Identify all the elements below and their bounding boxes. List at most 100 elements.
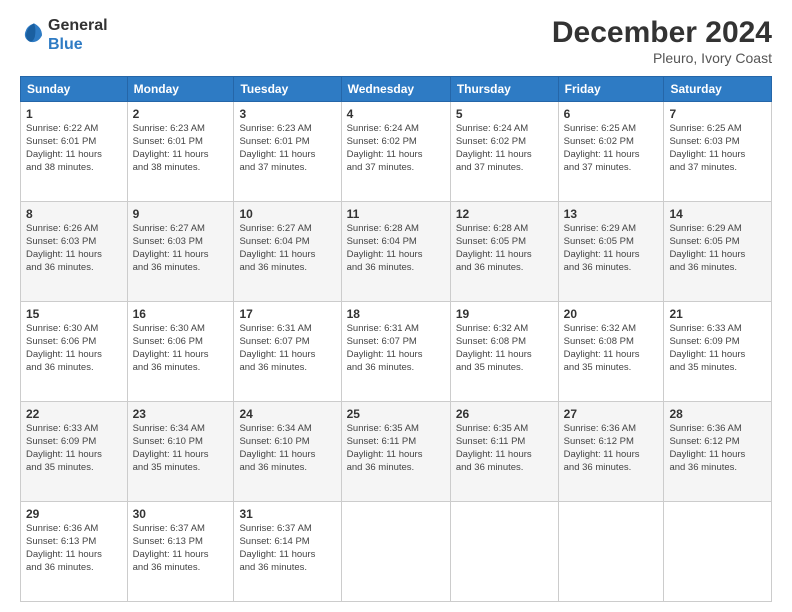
header-tuesday: Tuesday	[234, 77, 341, 102]
empty-cell	[450, 502, 558, 602]
calendar-day-cell: 11Sunrise: 6:28 AM Sunset: 6:04 PM Dayli…	[341, 202, 450, 302]
day-detail: Sunrise: 6:31 AM Sunset: 6:07 PM Dayligh…	[347, 323, 445, 374]
day-detail: Sunrise: 6:23 AM Sunset: 6:01 PM Dayligh…	[239, 123, 335, 174]
day-number: 8	[26, 206, 122, 222]
calendar-day-cell: 22Sunrise: 6:33 AM Sunset: 6:09 PM Dayli…	[21, 402, 128, 502]
calendar-day-cell: 21Sunrise: 6:33 AM Sunset: 6:09 PM Dayli…	[664, 302, 772, 402]
page: General Blue December 2024 Pleuro, Ivory…	[0, 0, 792, 612]
day-number: 6	[564, 106, 659, 122]
logo-text-line1: General	[48, 16, 108, 35]
day-number: 10	[239, 206, 335, 222]
day-detail: Sunrise: 6:28 AM Sunset: 6:04 PM Dayligh…	[347, 223, 445, 274]
day-number: 1	[26, 106, 122, 122]
day-detail: Sunrise: 6:22 AM Sunset: 6:01 PM Dayligh…	[26, 123, 122, 174]
day-number: 5	[456, 106, 553, 122]
day-detail: Sunrise: 6:36 AM Sunset: 6:12 PM Dayligh…	[669, 423, 766, 474]
day-detail: Sunrise: 6:25 AM Sunset: 6:03 PM Dayligh…	[669, 123, 766, 174]
day-number: 13	[564, 206, 659, 222]
calendar-day-cell: 16Sunrise: 6:30 AM Sunset: 6:06 PM Dayli…	[127, 302, 234, 402]
day-detail: Sunrise: 6:25 AM Sunset: 6:02 PM Dayligh…	[564, 123, 659, 174]
calendar-day-cell: 15Sunrise: 6:30 AM Sunset: 6:06 PM Dayli…	[21, 302, 128, 402]
day-number: 4	[347, 106, 445, 122]
day-number: 3	[239, 106, 335, 122]
header-sunday: Sunday	[21, 77, 128, 102]
calendar-day-cell: 8Sunrise: 6:26 AM Sunset: 6:03 PM Daylig…	[21, 202, 128, 302]
day-detail: Sunrise: 6:24 AM Sunset: 6:02 PM Dayligh…	[456, 123, 553, 174]
day-number: 27	[564, 406, 659, 422]
calendar-day-cell: 27Sunrise: 6:36 AM Sunset: 6:12 PM Dayli…	[558, 402, 664, 502]
day-number: 15	[26, 306, 122, 322]
day-detail: Sunrise: 6:26 AM Sunset: 6:03 PM Dayligh…	[26, 223, 122, 274]
calendar-week-row: 1Sunrise: 6:22 AM Sunset: 6:01 PM Daylig…	[21, 102, 772, 202]
day-number: 12	[456, 206, 553, 222]
calendar-day-cell: 29Sunrise: 6:36 AM Sunset: 6:13 PM Dayli…	[21, 502, 128, 602]
logo-text-line2: Blue	[48, 35, 108, 54]
calendar-day-cell: 30Sunrise: 6:37 AM Sunset: 6:13 PM Dayli…	[127, 502, 234, 602]
day-number: 26	[456, 406, 553, 422]
empty-cell	[664, 502, 772, 602]
day-number: 23	[133, 406, 229, 422]
day-detail: Sunrise: 6:29 AM Sunset: 6:05 PM Dayligh…	[669, 223, 766, 274]
calendar-day-cell: 17Sunrise: 6:31 AM Sunset: 6:07 PM Dayli…	[234, 302, 341, 402]
calendar-day-cell: 7Sunrise: 6:25 AM Sunset: 6:03 PM Daylig…	[664, 102, 772, 202]
day-detail: Sunrise: 6:31 AM Sunset: 6:07 PM Dayligh…	[239, 323, 335, 374]
calendar-day-cell: 23Sunrise: 6:34 AM Sunset: 6:10 PM Dayli…	[127, 402, 234, 502]
day-detail: Sunrise: 6:36 AM Sunset: 6:12 PM Dayligh…	[564, 423, 659, 474]
calendar-day-cell: 24Sunrise: 6:34 AM Sunset: 6:10 PM Dayli…	[234, 402, 341, 502]
calendar-header-row: Sunday Monday Tuesday Wednesday Thursday…	[21, 77, 772, 102]
calendar-day-cell: 1Sunrise: 6:22 AM Sunset: 6:01 PM Daylig…	[21, 102, 128, 202]
day-number: 24	[239, 406, 335, 422]
day-number: 20	[564, 306, 659, 322]
day-number: 31	[239, 506, 335, 522]
header-friday: Friday	[558, 77, 664, 102]
title-block: December 2024 Pleuro, Ivory Coast	[552, 16, 772, 66]
day-number: 30	[133, 506, 229, 522]
calendar-day-cell: 4Sunrise: 6:24 AM Sunset: 6:02 PM Daylig…	[341, 102, 450, 202]
calendar-week-row: 15Sunrise: 6:30 AM Sunset: 6:06 PM Dayli…	[21, 302, 772, 402]
calendar-subtitle: Pleuro, Ivory Coast	[552, 50, 772, 66]
calendar-day-cell: 28Sunrise: 6:36 AM Sunset: 6:12 PM Dayli…	[664, 402, 772, 502]
logo: General Blue	[20, 16, 108, 54]
day-detail: Sunrise: 6:27 AM Sunset: 6:03 PM Dayligh…	[133, 223, 229, 274]
calendar-week-row: 8Sunrise: 6:26 AM Sunset: 6:03 PM Daylig…	[21, 202, 772, 302]
calendar-title: December 2024	[552, 16, 772, 50]
calendar-day-cell: 20Sunrise: 6:32 AM Sunset: 6:08 PM Dayli…	[558, 302, 664, 402]
day-number: 25	[347, 406, 445, 422]
calendar-day-cell: 6Sunrise: 6:25 AM Sunset: 6:02 PM Daylig…	[558, 102, 664, 202]
day-detail: Sunrise: 6:23 AM Sunset: 6:01 PM Dayligh…	[133, 123, 229, 174]
day-number: 16	[133, 306, 229, 322]
calendar-day-cell: 3Sunrise: 6:23 AM Sunset: 6:01 PM Daylig…	[234, 102, 341, 202]
header-wednesday: Wednesday	[341, 77, 450, 102]
day-detail: Sunrise: 6:34 AM Sunset: 6:10 PM Dayligh…	[239, 423, 335, 474]
day-number: 11	[347, 206, 445, 222]
day-detail: Sunrise: 6:30 AM Sunset: 6:06 PM Dayligh…	[26, 323, 122, 374]
day-number: 22	[26, 406, 122, 422]
header-saturday: Saturday	[664, 77, 772, 102]
calendar-day-cell: 25Sunrise: 6:35 AM Sunset: 6:11 PM Dayli…	[341, 402, 450, 502]
day-detail: Sunrise: 6:36 AM Sunset: 6:13 PM Dayligh…	[26, 523, 122, 574]
calendar-day-cell: 18Sunrise: 6:31 AM Sunset: 6:07 PM Dayli…	[341, 302, 450, 402]
day-number: 2	[133, 106, 229, 122]
day-number: 29	[26, 506, 122, 522]
calendar-week-row: 22Sunrise: 6:33 AM Sunset: 6:09 PM Dayli…	[21, 402, 772, 502]
calendar-day-cell: 5Sunrise: 6:24 AM Sunset: 6:02 PM Daylig…	[450, 102, 558, 202]
day-number: 14	[669, 206, 766, 222]
day-number: 21	[669, 306, 766, 322]
day-number: 19	[456, 306, 553, 322]
day-detail: Sunrise: 6:29 AM Sunset: 6:05 PM Dayligh…	[564, 223, 659, 274]
day-detail: Sunrise: 6:32 AM Sunset: 6:08 PM Dayligh…	[456, 323, 553, 374]
day-number: 9	[133, 206, 229, 222]
day-detail: Sunrise: 6:34 AM Sunset: 6:10 PM Dayligh…	[133, 423, 229, 474]
calendar-table: Sunday Monday Tuesday Wednesday Thursday…	[20, 76, 772, 602]
empty-cell	[341, 502, 450, 602]
calendar-day-cell: 13Sunrise: 6:29 AM Sunset: 6:05 PM Dayli…	[558, 202, 664, 302]
day-detail: Sunrise: 6:30 AM Sunset: 6:06 PM Dayligh…	[133, 323, 229, 374]
day-detail: Sunrise: 6:32 AM Sunset: 6:08 PM Dayligh…	[564, 323, 659, 374]
calendar-day-cell: 31Sunrise: 6:37 AM Sunset: 6:14 PM Dayli…	[234, 502, 341, 602]
logo-icon	[22, 21, 46, 45]
calendar-day-cell: 26Sunrise: 6:35 AM Sunset: 6:11 PM Dayli…	[450, 402, 558, 502]
empty-cell	[558, 502, 664, 602]
day-detail: Sunrise: 6:35 AM Sunset: 6:11 PM Dayligh…	[456, 423, 553, 474]
day-number: 28	[669, 406, 766, 422]
calendar-day-cell: 19Sunrise: 6:32 AM Sunset: 6:08 PM Dayli…	[450, 302, 558, 402]
